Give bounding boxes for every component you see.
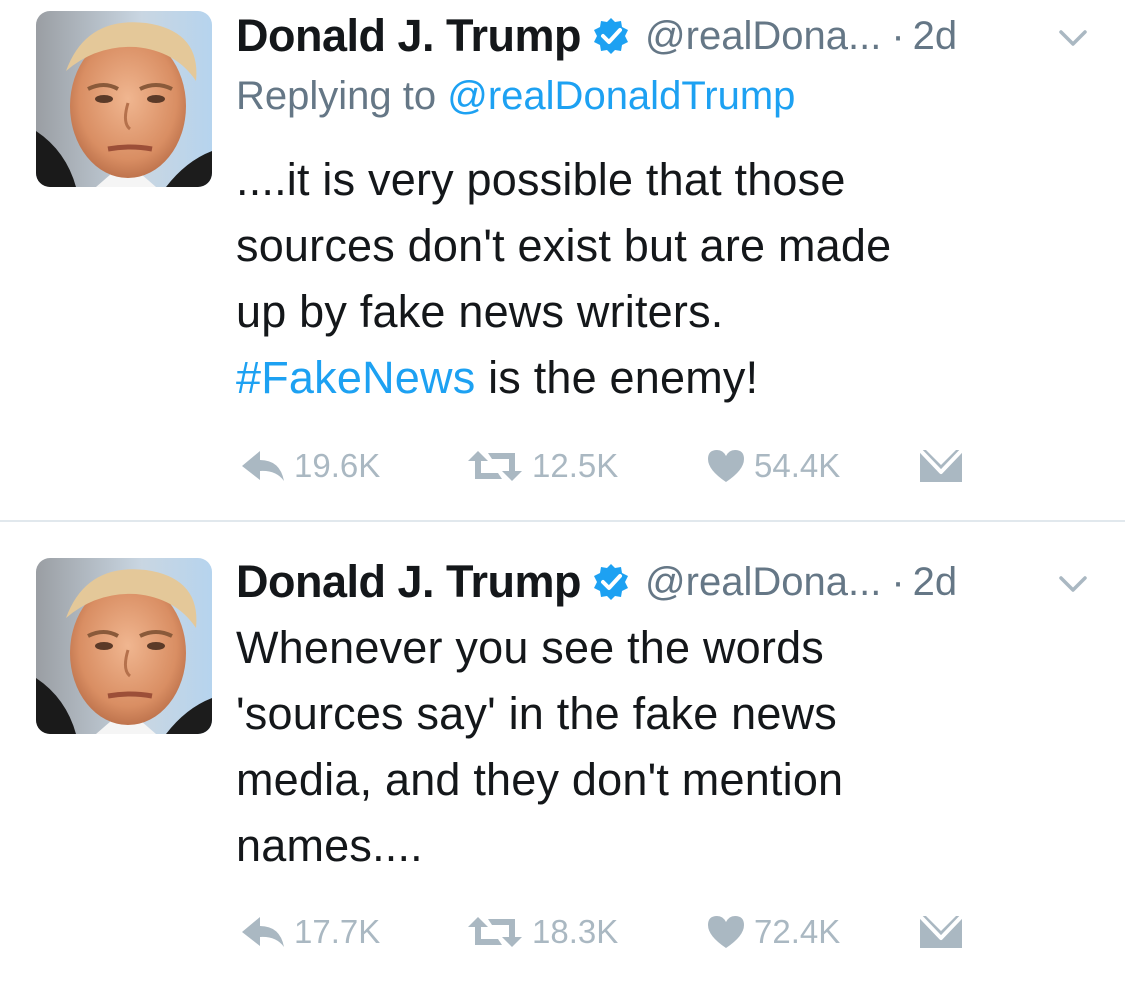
author-handle[interactable]: @realDona...	[645, 14, 881, 59]
author-name[interactable]: Donald J. Trump	[236, 556, 582, 608]
reply-icon	[240, 915, 286, 949]
author-handle[interactable]: @realDona...	[645, 560, 881, 605]
direct-message-button[interactable]	[918, 446, 964, 486]
tweet-text-line: up by fake news writers.	[236, 286, 724, 337]
tweet-text: ....it is very possible that those sourc…	[236, 147, 1096, 411]
tweet-header: Donald J. Trump @realDona... · 2d	[236, 552, 957, 612]
tweet-text-line: #FakeNews is the enemy!	[236, 345, 1096, 411]
timestamp[interactable]: 2d	[913, 560, 958, 605]
tweet-text: Whenever you see the words 'sources say'…	[236, 615, 1096, 879]
avatar[interactable]	[36, 558, 212, 734]
avatar[interactable]	[36, 11, 212, 187]
reply-count: 17.7K	[294, 913, 381, 950]
direct-message-button[interactable]	[918, 912, 964, 952]
tweet-text-line: ....it is very possible that those	[236, 154, 846, 205]
like-count: 72.4K	[754, 913, 841, 950]
retweet-count: 12.5K	[532, 447, 619, 484]
hashtag-link[interactable]: #FakeNews	[236, 352, 475, 403]
retweet-button[interactable]: 12.5K	[466, 446, 618, 486]
tweet-text-line: media, and they don't mention	[236, 754, 844, 805]
reply-icon	[240, 449, 286, 483]
tweet-header: Donald J. Trump @realDona... · 2d	[236, 6, 957, 66]
tweet-text-tail: is the enemy!	[475, 352, 759, 403]
separator-dot: ·	[891, 13, 905, 58]
heart-icon	[706, 914, 746, 950]
retweet-icon	[466, 449, 524, 483]
tweet-text-line: Whenever you see the words	[236, 622, 825, 673]
avatar-image	[36, 11, 212, 187]
envelope-icon	[918, 914, 964, 950]
verified-badge-icon	[591, 16, 631, 56]
tweet-text-line: sources don't exist but are made	[236, 220, 892, 271]
like-button[interactable]: 72.4K	[706, 912, 840, 952]
heart-icon	[706, 448, 746, 484]
chevron-down-icon[interactable]	[1058, 28, 1088, 48]
replying-to-label: Replying to	[236, 74, 437, 118]
tweet[interactable]: Donald J. Trump @realDona... · 2d Replyi…	[0, 0, 1125, 521]
separator-dot: ·	[891, 559, 905, 604]
tweet[interactable]: Donald J. Trump @realDona... · 2d Whenev…	[0, 522, 1125, 982]
retweet-button[interactable]: 18.3K	[466, 912, 618, 952]
tweet-text-line: 'sources say' in the fake news	[236, 688, 837, 739]
like-count: 54.4K	[754, 447, 841, 484]
avatar-image	[36, 558, 212, 734]
envelope-icon	[918, 448, 964, 484]
verified-badge-icon	[591, 562, 631, 602]
reply-count: 19.6K	[294, 447, 381, 484]
replying-to-handle-link[interactable]: @realDonaldTrump	[447, 74, 795, 118]
reply-button[interactable]: 17.7K	[240, 912, 380, 952]
replying-to: Replying to @realDonaldTrump	[236, 74, 795, 119]
retweet-count: 18.3K	[532, 913, 619, 950]
timestamp[interactable]: 2d	[913, 14, 958, 59]
reply-button[interactable]: 19.6K	[240, 446, 380, 486]
author-name[interactable]: Donald J. Trump	[236, 10, 582, 62]
like-button[interactable]: 54.4K	[706, 446, 840, 486]
tweet-text-line: names....	[236, 820, 423, 871]
retweet-icon	[466, 915, 524, 949]
chevron-down-icon[interactable]	[1058, 574, 1088, 594]
